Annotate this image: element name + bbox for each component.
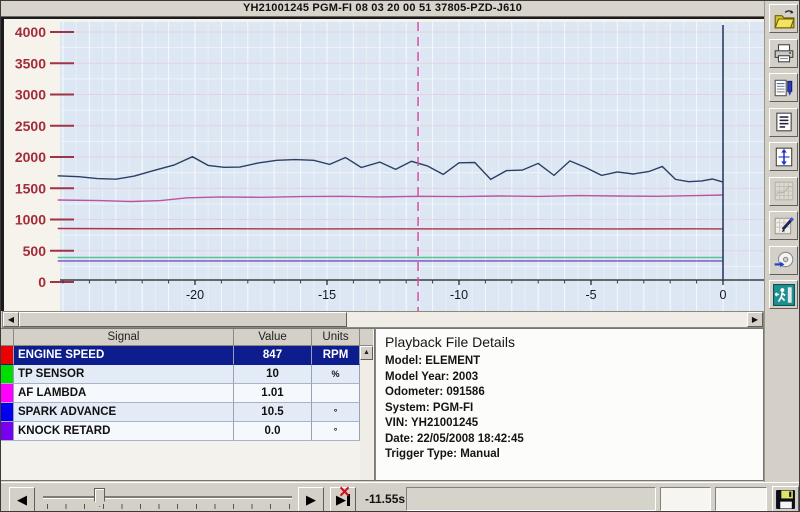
edit-graph-icon xyxy=(773,215,795,237)
playback-file-details-panel: Playback File Details Model: ELEMENT Mod… xyxy=(375,328,764,481)
scroll-column-header xyxy=(360,329,373,346)
skip-x-mark: × xyxy=(339,483,350,502)
chart-panel: 4000 3500 3000 2500 2000 1500 1000 500 0 -20 -15 -1… xyxy=(1,17,764,311)
printer-icon xyxy=(773,42,795,64)
svg-text:1000: 1000 xyxy=(15,212,46,228)
svg-text:-20: -20 xyxy=(186,288,204,302)
detail-model-year: Model Year: 2003 xyxy=(385,370,763,386)
skip-icon: ▶ × xyxy=(336,492,350,508)
data-list-button[interactable] xyxy=(769,108,798,137)
detail-model: Model: ELEMENT xyxy=(385,354,763,370)
svg-text:-15: -15 xyxy=(318,288,336,302)
scrollbar-thumb[interactable] xyxy=(19,312,347,327)
table-row-engine-speed[interactable]: ENGINE SPEED 847 RPM xyxy=(1,346,374,365)
signal-color-chip xyxy=(1,403,14,422)
status-panel-3 xyxy=(715,487,767,511)
chart-horizontal-scrollbar[interactable]: ◀ ▶ xyxy=(2,311,764,328)
edit-graph-button[interactable] xyxy=(769,211,798,240)
playback-slider[interactable] xyxy=(41,487,294,512)
expand-scale-button[interactable] xyxy=(769,142,798,171)
scroll-left-button[interactable]: ◀ xyxy=(3,312,19,327)
status-panel-2 xyxy=(660,487,711,511)
detail-system: System: PGM-FI xyxy=(385,401,763,417)
svg-text:4000: 4000 xyxy=(15,24,46,40)
disk-arrow-icon xyxy=(773,249,795,271)
svg-text:0: 0 xyxy=(38,274,46,290)
table-scroll-up-button[interactable]: ▲ xyxy=(360,346,373,360)
chart-plot[interactable]: 4000 3500 3000 2500 2000 1500 1000 500 0 -20 -15 -1… xyxy=(4,19,764,311)
units-column-header: Units xyxy=(312,329,360,346)
cursor-time-label: -11.55s xyxy=(365,492,405,506)
detail-trigger-type: Trigger Type: Manual xyxy=(385,447,763,463)
graph-view-button-disabled xyxy=(769,177,798,206)
details-title: Playback File Details xyxy=(385,334,763,350)
scroll-right-icon: ▶ xyxy=(752,315,758,324)
svg-text:-5: -5 xyxy=(585,288,596,302)
open-file-button[interactable] xyxy=(769,4,798,33)
floppy-disk-icon xyxy=(775,489,796,510)
status-panel-main xyxy=(406,487,656,511)
svg-text:0: 0 xyxy=(720,288,727,302)
exit-button[interactable] xyxy=(769,280,798,309)
table-vertical-scrollbar[interactable]: ▲ xyxy=(360,346,373,480)
table-row-af-lambda[interactable]: AF LAMBDA 1.01 xyxy=(1,384,374,403)
slider-ticks xyxy=(47,504,290,509)
signal-table: Signal Value Units ENGINE SPEED 847 RPM … xyxy=(1,328,375,481)
table-row-tp-sensor[interactable]: TP SENSOR 10 % xyxy=(1,365,374,384)
value-column-header: Value xyxy=(234,329,312,346)
open-folder-icon xyxy=(773,8,795,30)
chip-column-header xyxy=(1,329,14,346)
skip-to-trigger-button[interactable]: ▶ × xyxy=(330,487,356,512)
slider-groove xyxy=(43,496,292,499)
step-back-button[interactable]: ◀ xyxy=(9,487,35,512)
table-row-spark-advance[interactable]: SPARK ADVANCE 10.5 ° xyxy=(1,403,374,422)
window-title: YH21001245 PGM-FI 08 03 20 00 51 37805-P… xyxy=(1,1,764,17)
graph-grid-disabled-icon xyxy=(773,180,795,202)
scroll-left-icon: ◀ xyxy=(8,315,14,324)
expand-vertical-icon xyxy=(773,146,795,168)
detail-vin: VIN: YH21001245 xyxy=(385,416,763,432)
back-icon: ◀ xyxy=(17,492,27,508)
play-icon: ▶ xyxy=(306,492,316,508)
svg-text:2500: 2500 xyxy=(15,118,46,134)
print-button[interactable] xyxy=(769,39,798,68)
play-forward-button[interactable]: ▶ xyxy=(298,487,324,512)
svg-text:1500: 1500 xyxy=(15,180,46,196)
svg-text:500: 500 xyxy=(23,243,47,259)
svg-text:3500: 3500 xyxy=(15,55,46,71)
detail-odometer: Odometer: 091586 xyxy=(385,385,763,401)
save-media-button[interactable] xyxy=(769,246,798,275)
svg-text:3000: 3000 xyxy=(15,87,46,103)
signal-color-chip xyxy=(1,422,14,441)
signal-color-chip xyxy=(1,346,14,365)
signal-color-chip xyxy=(1,384,14,403)
detail-date: Date: 22/05/2008 18:42:45 xyxy=(385,432,763,448)
table-row-knock-retard[interactable]: KNOCK RETARD 0.0 ° xyxy=(1,422,374,441)
record-list-button[interactable] xyxy=(769,73,798,102)
scroll-up-icon: ▲ xyxy=(363,349,370,356)
transport-bar: ◀ ▶ ▶ × -11.55s xyxy=(1,482,800,512)
signal-column-header: Signal xyxy=(14,329,234,346)
scroll-right-button[interactable]: ▶ xyxy=(747,312,763,327)
data-list-icon xyxy=(773,111,795,133)
exit-running-man-icon xyxy=(773,284,795,306)
save-button[interactable] xyxy=(772,486,799,512)
right-toolbar xyxy=(764,1,800,483)
signal-color-chip xyxy=(1,365,14,384)
record-list-icon xyxy=(773,77,795,99)
svg-text:-10: -10 xyxy=(450,288,468,302)
hds-playback-window: YH21001245 PGM-FI 08 03 20 00 51 37805-P… xyxy=(0,0,800,512)
svg-text:2000: 2000 xyxy=(15,149,46,165)
table-header: Signal Value Units xyxy=(1,329,374,346)
